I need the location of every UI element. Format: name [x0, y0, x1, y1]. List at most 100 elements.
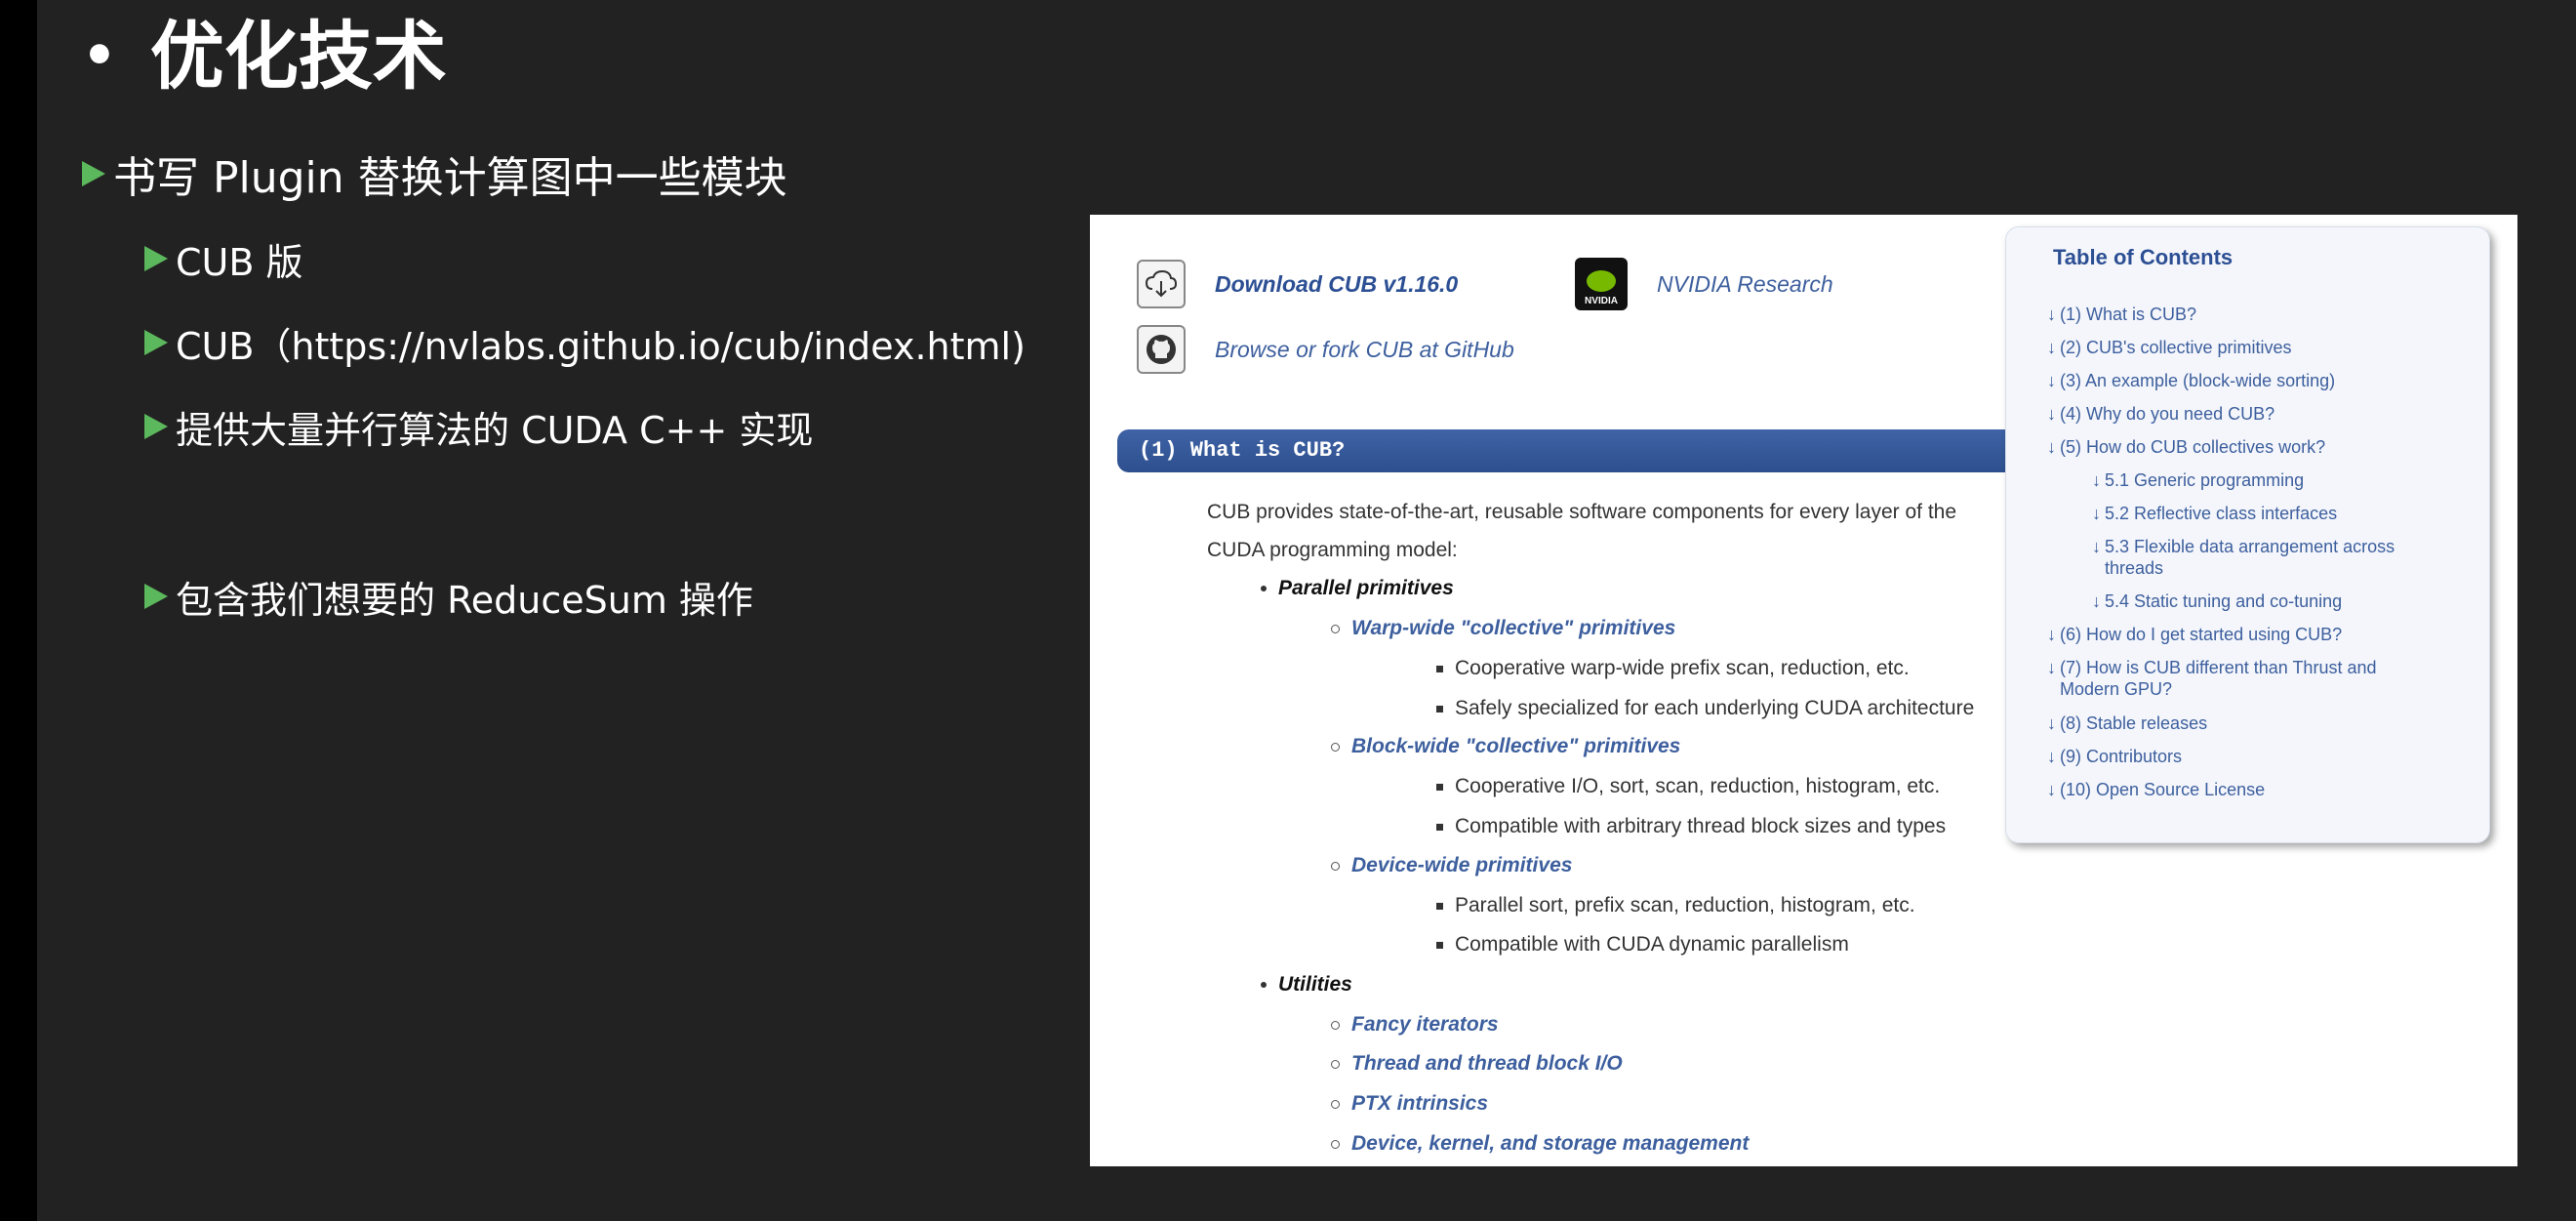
- list-marker: [1436, 902, 1443, 910]
- down-arrow-icon: ↓: [2047, 371, 2056, 390]
- arrow-bullet-icon: [144, 246, 168, 271]
- list-item-link[interactable]: Warp-wide "collective" primitives: [1351, 614, 1675, 643]
- github-row: Browse or fork CUB at GitHub: [1137, 325, 1514, 374]
- list-item[interactable]: Fancy iterators: [1331, 1010, 1499, 1039]
- list-item-text: Cooperative warp-wide prefix scan, reduc…: [1455, 657, 1910, 679]
- list-item[interactable]: Warp-wide "collective" primitives: [1331, 614, 1675, 643]
- down-arrow-icon: ↓: [2092, 591, 2101, 611]
- cloud-download-icon[interactable]: [1137, 260, 1186, 308]
- list-item: Compatible with CUDA dynamic parallelism: [1436, 930, 1849, 959]
- list-item: Cooperative warp-wide prefix scan, reduc…: [1436, 654, 1910, 683]
- down-arrow-icon: ↓: [2092, 537, 2101, 556]
- toc-item[interactable]: ↓ 5.1 Generic programming: [2092, 469, 2304, 491]
- github-link[interactable]: Browse or fork CUB at GitHub: [1215, 337, 1514, 363]
- list-marker: [1436, 705, 1443, 712]
- down-arrow-icon: ↓: [2047, 747, 2056, 766]
- down-arrow-icon: ↓: [2047, 404, 2056, 424]
- nvidia-logo-icon[interactable]: NVIDIA: [1575, 258, 1628, 310]
- list-item[interactable]: Thread and thread block I/O: [1331, 1049, 1623, 1079]
- down-arrow-icon: ↓: [2047, 305, 2056, 324]
- list-item: Cooperative I/O, sort, scan, reduction, …: [1436, 772, 1940, 801]
- list-item[interactable]: PTX intrinsics: [1331, 1089, 1488, 1119]
- list-marker: [1331, 1099, 1340, 1109]
- sub-bullet-text: CUB（https://nvlabs.github.io/cub/index.h…: [176, 324, 1026, 368]
- intro-paragraph: CUB provides state-of-the-art, reusable …: [1207, 501, 1957, 561]
- list-item-text: Parallel primitives: [1278, 577, 1454, 599]
- cub-webpage-screenshot: Download CUB v1.16.0 NVIDIA NVIDIA Resea…: [1090, 215, 2517, 1166]
- list-marker: [1436, 783, 1443, 791]
- list-marker: [1261, 982, 1267, 988]
- toc-item[interactable]: ↓ (5) How do CUB collectives work?: [2047, 436, 2325, 458]
- list-marker: [1331, 861, 1340, 871]
- down-arrow-icon: ↓: [2047, 780, 2056, 799]
- toc-item[interactable]: ↓ (7) How is CUB different than Thrust an…: [2047, 657, 2437, 700]
- list-marker: [1436, 823, 1443, 831]
- download-cub-link[interactable]: Download CUB v1.16.0: [1215, 271, 1458, 298]
- list-item-text: Compatible with arbitrary thread block s…: [1455, 815, 1947, 837]
- nvidia-icon-label: NVIDIA: [1585, 296, 1618, 306]
- arrow-bullet-icon: [82, 161, 105, 186]
- github-icon[interactable]: [1137, 325, 1186, 374]
- list-item-text: Cooperative I/O, sort, scan, reduction, …: [1455, 775, 1941, 797]
- list-item: Utilities: [1261, 970, 1352, 999]
- nvidia-research-link[interactable]: NVIDIA Research: [1657, 271, 1833, 298]
- toc-item[interactable]: ↓ (4) Why do you need CUB?: [2047, 403, 2274, 425]
- down-arrow-icon: ↓: [2047, 658, 2056, 677]
- bullet-dot: •: [82, 24, 117, 88]
- list-item-text: Parallel sort, prefix scan, reduction, h…: [1455, 894, 1915, 916]
- down-arrow-icon: ↓: [2047, 625, 2056, 644]
- bullet-plugin: 书写 Plugin 替换计算图中一些模块: [82, 144, 787, 203]
- arrow-bullet-icon: [144, 584, 168, 609]
- toc-item[interactable]: ↓ 5.3 Flexible data arrangement across th…: [2092, 536, 2443, 579]
- list-item[interactable]: Device-wide primitives: [1331, 851, 1572, 880]
- slide-title-text: 优化技术: [149, 13, 447, 100]
- list-item: Parallel sort, prefix scan, reduction, h…: [1436, 891, 1915, 920]
- list-item[interactable]: Block-wide "collective" primitives: [1331, 732, 1680, 761]
- arrow-bullet-icon: [144, 330, 168, 355]
- down-arrow-icon: ↓: [2092, 504, 2101, 523]
- down-arrow-icon: ↓: [2092, 470, 2101, 490]
- sub-bullet: 提供大量并行算法的 CUDA C++ 实现: [144, 400, 813, 453]
- list-marker: [1436, 665, 1443, 672]
- toc-item[interactable]: ↓ 5.4 Static tuning and co-tuning: [2092, 590, 2342, 612]
- list-item: Safely specialized for each underlying C…: [1436, 694, 1974, 723]
- list-item: Compatible with arbitrary thread block s…: [1436, 812, 1946, 841]
- list-marker: [1331, 1059, 1340, 1069]
- list-marker: [1331, 1139, 1340, 1149]
- toc-item[interactable]: ↓ 5.2 Reflective class interfaces: [2092, 503, 2337, 524]
- list-item-link[interactable]: Block-wide "collective" primitives: [1351, 732, 1680, 761]
- toc-item[interactable]: ↓ (10) Open Source License: [2047, 779, 2265, 800]
- toc-item[interactable]: ↓ (3) An example (block-wide sorting): [2047, 370, 2335, 391]
- slide-title: • 优化技术: [82, 8, 447, 105]
- toc-item[interactable]: ↓ (2) CUB's collective primitives: [2047, 337, 2291, 358]
- list-marker: [1261, 586, 1267, 591]
- toc-title: Table of Contents: [2053, 245, 2234, 269]
- toc-item[interactable]: ↓ (1) What is CUB?: [2047, 304, 2196, 325]
- list-item-text: Safely specialized for each underlying C…: [1455, 697, 1975, 719]
- list-item-link[interactable]: Device-wide primitives: [1351, 851, 1572, 880]
- down-arrow-icon: ↓: [2047, 338, 2056, 357]
- nvidia-research-row: NVIDIA NVIDIA Research: [1575, 258, 1833, 310]
- list-item: Parallel primitives: [1261, 574, 1454, 603]
- sub-bullet: 包含我们想要的 ReduceSum 操作: [144, 570, 753, 623]
- toc-item[interactable]: ↓ (8) Stable releases: [2047, 712, 2207, 734]
- list-item-link[interactable]: Thread and thread block I/O: [1351, 1049, 1623, 1079]
- arrow-bullet-icon: [144, 414, 168, 439]
- down-arrow-icon: ↓: [2047, 437, 2056, 457]
- slide: • 优化技术 书写 Plugin 替换计算图中一些模块 CUB 版 CUB（ht…: [37, 0, 2576, 1221]
- download-row: Download CUB v1.16.0: [1137, 260, 1458, 308]
- sub-bullet-text: 提供大量并行算法的 CUDA C++ 实现: [176, 408, 814, 452]
- sub-bullet: CUB（https://nvlabs.github.io/cub/index.h…: [144, 316, 1026, 369]
- sub-bullet: CUB 版: [144, 232, 303, 285]
- toc-item[interactable]: ↓ (9) Contributors: [2047, 746, 2182, 767]
- list-item-link[interactable]: Fancy iterators: [1351, 1010, 1499, 1039]
- toc-item[interactable]: ↓ (6) How do I get started using CUB?: [2047, 624, 2342, 645]
- list-item-link[interactable]: PTX intrinsics: [1351, 1089, 1488, 1119]
- down-arrow-icon: ↓: [2047, 713, 2056, 733]
- list-item-link[interactable]: Device, kernel, and storage management: [1351, 1129, 1749, 1159]
- nvidia-eye-icon: [1587, 270, 1616, 292]
- sub-bullet-text: CUB 版: [176, 240, 303, 284]
- list-marker: [1331, 624, 1340, 633]
- list-marker: [1331, 742, 1340, 752]
- list-item[interactable]: Device, kernel, and storage management: [1331, 1129, 1749, 1159]
